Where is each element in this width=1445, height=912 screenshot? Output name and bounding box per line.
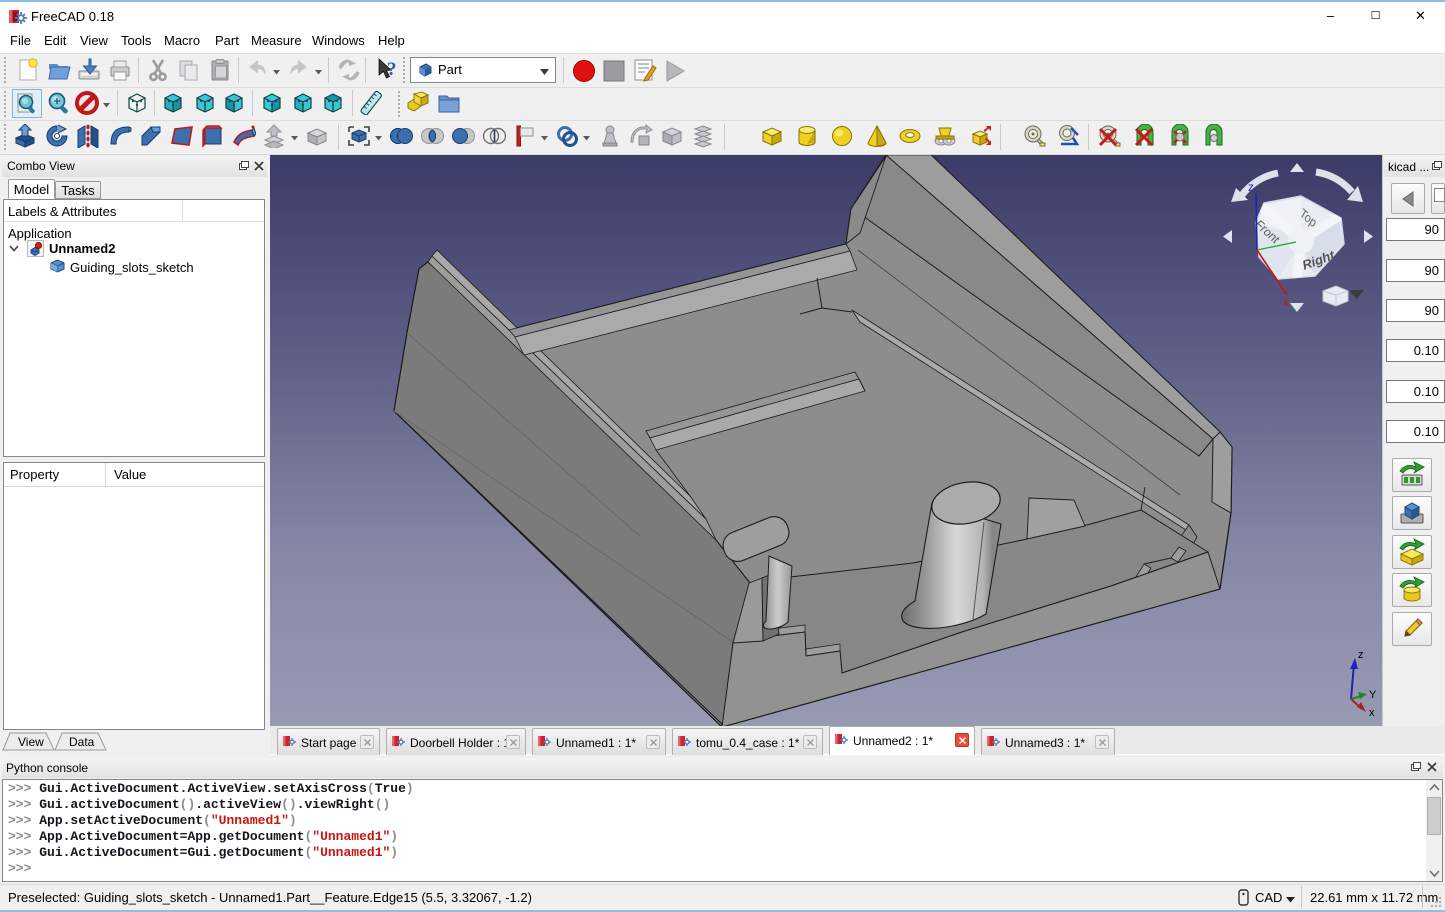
svg-text:Y: Y (1369, 689, 1376, 701)
svg-text:z: z (1358, 650, 1364, 661)
svg-text:x: x (1369, 707, 1375, 719)
svg-text:x: x (1283, 295, 1289, 309)
svg-text:Data: Data (69, 735, 95, 749)
svg-text:?: ? (387, 59, 397, 80)
svg-text:View: View (18, 735, 44, 749)
svg-text:z: z (1248, 180, 1254, 194)
